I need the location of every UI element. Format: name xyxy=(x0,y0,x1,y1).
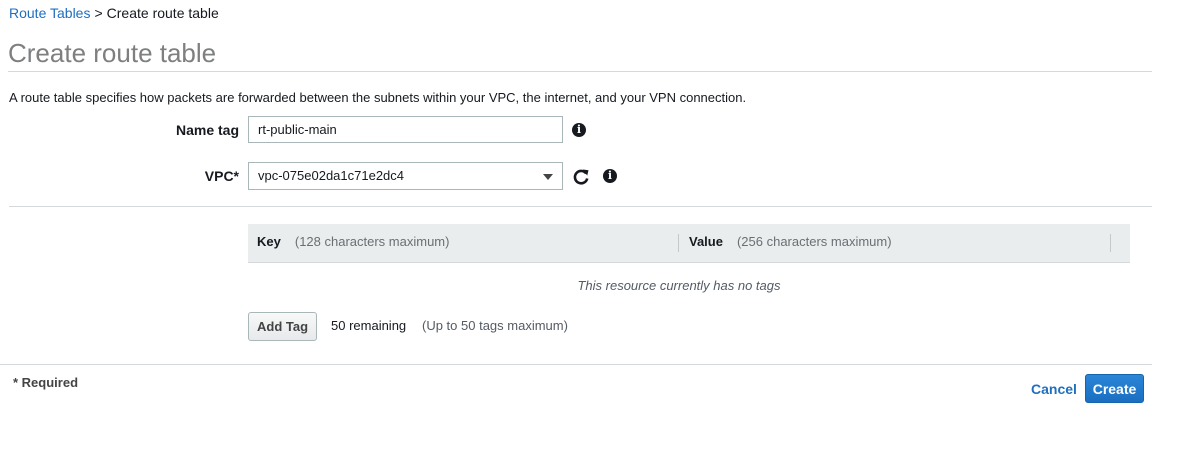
name-tag-input[interactable] xyxy=(248,116,563,143)
cancel-link[interactable]: Cancel xyxy=(1031,381,1077,397)
key-header-hint: (128 characters maximum) xyxy=(294,234,450,249)
info-icon[interactable]: i xyxy=(603,169,617,183)
value-header-label: Value xyxy=(689,234,723,249)
column-divider xyxy=(678,234,679,252)
tags-remaining-count: 50 remaining xyxy=(331,318,407,333)
name-tag-label: Name tag xyxy=(175,122,239,138)
tags-table-header: Key (128 characters maximum) Value (256 ch… xyxy=(248,224,1130,263)
value-column-header: Value (256 characters maximum) xyxy=(689,234,892,249)
vpc-select-value: vpc-075e02da1c71e2dc4 xyxy=(258,168,405,183)
vpc-select[interactable]: vpc-075e02da1c71e2dc4 xyxy=(248,162,563,190)
info-icon[interactable]: i xyxy=(572,123,586,137)
footer-divider xyxy=(0,364,1152,365)
value-header-hint: (256 characters maximum) xyxy=(736,234,892,249)
column-divider xyxy=(1110,234,1111,252)
key-column-header: Key (128 characters maximum) xyxy=(257,234,449,249)
tags-empty-message: This resource currently has no tags xyxy=(577,278,781,293)
title-divider xyxy=(8,71,1152,72)
vpc-label: VPC* xyxy=(204,168,239,184)
add-tag-button[interactable]: Add Tag xyxy=(248,312,317,341)
page-title: Create route table xyxy=(8,38,217,68)
chevron-down-icon xyxy=(543,174,553,180)
breadcrumb-route-tables-link[interactable]: Route Tables xyxy=(9,5,90,21)
breadcrumb: Route Tables > Create route table xyxy=(9,5,219,21)
refresh-icon[interactable] xyxy=(572,168,590,186)
required-note: * Required xyxy=(13,375,79,390)
key-header-label: Key xyxy=(257,234,281,249)
tags-limit-note: (Up to 50 tags maximum) xyxy=(422,318,568,333)
create-button[interactable]: Create xyxy=(1085,374,1144,403)
form-divider xyxy=(9,206,1152,207)
breadcrumb-current: Create route table xyxy=(106,5,219,21)
page-description: A route table specifies how packets are … xyxy=(9,90,747,105)
breadcrumb-separator: > xyxy=(94,5,103,21)
